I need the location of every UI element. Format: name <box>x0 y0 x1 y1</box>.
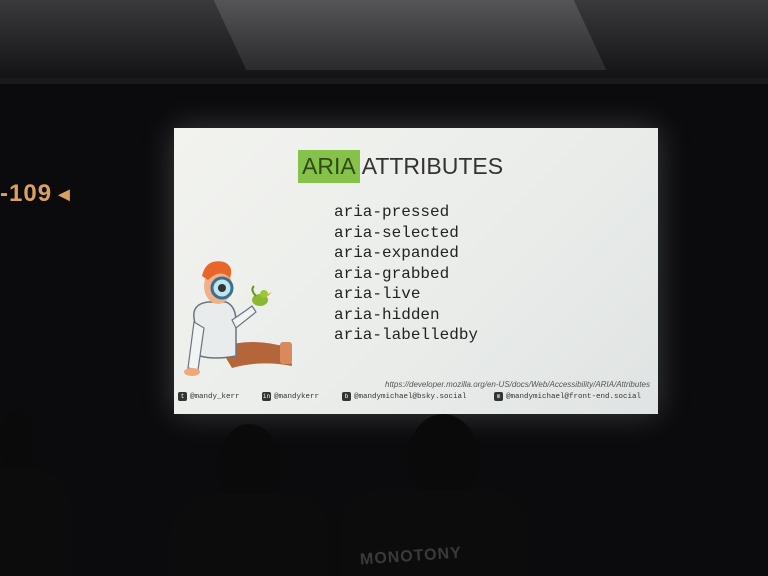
arrow-left-icon: ◄ <box>54 184 74 206</box>
linkedin-icon: in <box>262 392 271 401</box>
attribute-item: aria-selected <box>334 223 459 242</box>
mastodon-handle: @mandymichael@front-end.social <box>506 392 642 401</box>
attribute-item: aria-expanded <box>334 244 459 262</box>
aria-attribute-list: aria-pressed aria-selected aria-expanded… <box>334 202 478 346</box>
character-hand <box>184 368 200 376</box>
social-bluesky: b @mandymichael@bsky.social <box>342 392 467 401</box>
ceiling-beam <box>213 0 607 70</box>
character-illustration <box>184 261 292 376</box>
character-arm <box>187 321 205 371</box>
attribute-item: aria-pressed <box>334 203 450 221</box>
attribute-item: aria-hidden <box>334 305 440 324</box>
audience-head <box>408 414 478 500</box>
bluesky-icon: b <box>342 392 351 401</box>
mastodon-icon: m <box>494 392 503 401</box>
title-text: ATTRIBUTES <box>361 152 504 179</box>
twitter-handle: @mandy_kerr <box>190 392 240 401</box>
audience-head <box>218 424 280 504</box>
attribute-item: aria-live <box>334 285 421 303</box>
twitter-icon: t <box>178 392 187 401</box>
conference-room: -109 ◄ ARIA ATTRIBUTES aria-pressed aria… <box>0 0 768 576</box>
social-twitter: t @mandy_kerr <box>178 392 240 401</box>
character-raised-arm <box>231 305 257 329</box>
character-boot <box>280 342 292 364</box>
title-highlight: ARIA <box>298 149 360 183</box>
social-handles: t @mandy_kerr in @mandykerr b @mandymich… <box>174 390 658 408</box>
linkedin-handle: @mandykerr <box>274 392 320 401</box>
projector-screen: ARIA ATTRIBUTES aria-pressed aria-select… <box>174 128 658 414</box>
attribute-item: aria-grabbed <box>334 264 450 283</box>
audience-head <box>0 410 34 470</box>
room-number-sign: -109 <box>0 180 53 207</box>
attribute-item: aria-labelledby <box>334 326 479 344</box>
ceiling-edge <box>0 78 768 84</box>
slide-title: ARIA ATTRIBUTES <box>298 149 504 183</box>
social-mastodon: m @mandymichael@front-end.social <box>494 392 641 401</box>
audience-body <box>0 468 70 576</box>
social-linkedin: in @mandykerr <box>262 392 319 401</box>
character-eye <box>218 284 226 292</box>
bluesky-handle: @mandymichael@bsky.social <box>354 392 467 401</box>
audience-body <box>170 494 330 576</box>
reference-url: https://developer.mozilla.org/en-US/docs… <box>385 380 650 389</box>
